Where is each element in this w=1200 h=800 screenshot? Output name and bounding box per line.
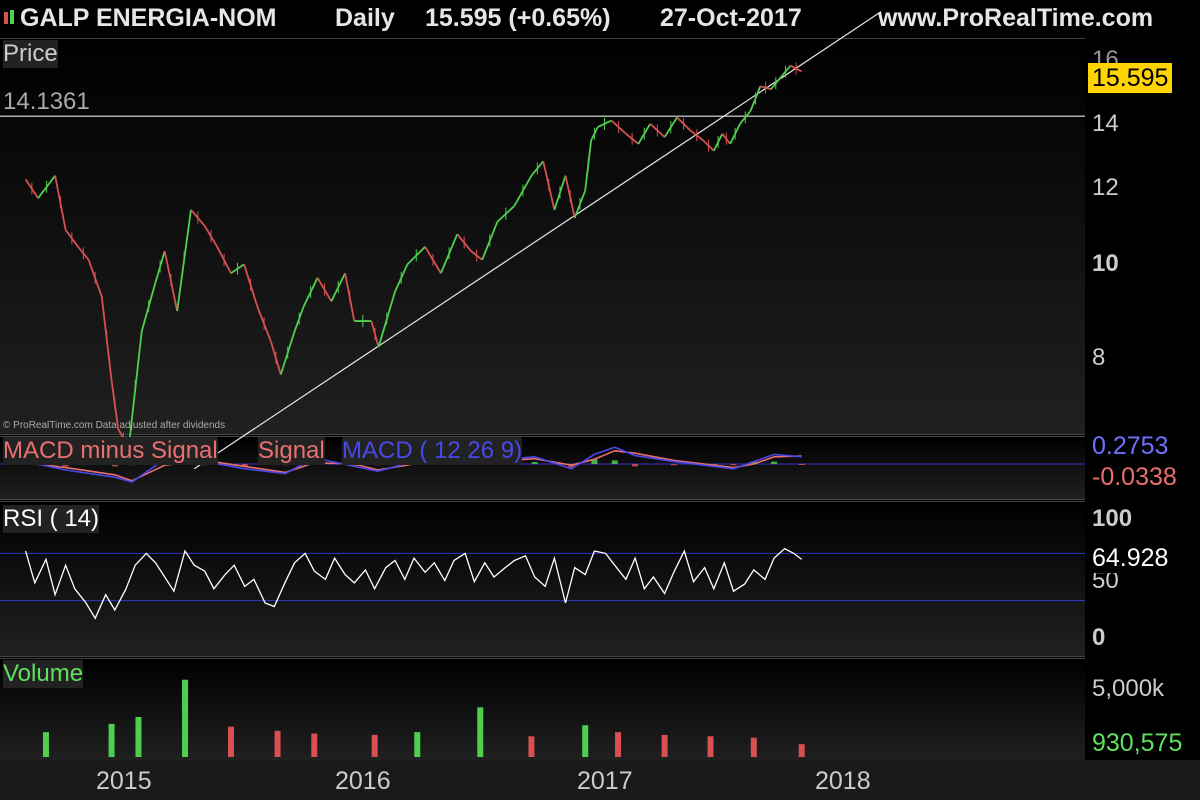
volume-bar — [182, 679, 189, 757]
rsi-line — [24, 547, 803, 620]
rsi-title: RSI ( 14) — [3, 505, 100, 533]
macd-last-value: 0.2753 — [1088, 436, 1173, 456]
footnote: © ProRealTime.com Data adjusted after di… — [3, 420, 226, 431]
rsi-tick-0: 0 — [1092, 624, 1106, 651]
last-price-box: 15.595 — [1088, 63, 1173, 93]
volume-title: Volume — [3, 660, 84, 688]
volume-bar — [615, 732, 622, 757]
x-tick-2018: 2018 — [815, 767, 871, 795]
macd-title-signal: Signal — [258, 437, 325, 465]
volume-bar — [582, 725, 589, 757]
macd-hist-bar — [611, 460, 618, 464]
signal-last-value: -0.0338 — [1088, 462, 1181, 492]
volume-bar — [414, 732, 421, 757]
volume-bar — [227, 726, 234, 757]
macd-hist-bar — [730, 464, 737, 466]
volume-bar — [135, 716, 142, 757]
x-tick-2017: 2017 — [577, 767, 633, 795]
x-tick-2016: 2016 — [335, 767, 391, 795]
macd-hist-bar — [632, 464, 639, 467]
macd-hist-bar — [531, 462, 538, 464]
volume-bar — [274, 730, 281, 757]
rsi-tick-100: 100 — [1092, 505, 1133, 532]
macd-hist-bar — [798, 464, 805, 465]
volume-bar — [798, 744, 805, 757]
volume-bar — [477, 707, 484, 757]
price-tick-12: 12 — [1092, 174, 1119, 201]
hline-label: 14.1361 — [3, 88, 90, 115]
volume-bar — [42, 732, 49, 757]
chart-canvas — [0, 11, 1085, 757]
volume-tick-5000k: 5,000k — [1092, 675, 1165, 702]
volume-bar — [371, 734, 378, 757]
macd-hist-bar — [670, 464, 677, 466]
rsi-last-value: 64.928 — [1088, 543, 1173, 573]
macd-title-hist: MACD minus Signal — [3, 437, 218, 465]
volume-last-value: 930,575 — [1088, 728, 1187, 758]
volume-bar — [311, 733, 318, 757]
macd-hist-bar — [771, 461, 778, 464]
volume-bar — [108, 723, 115, 757]
price-tick-10: 10 — [1092, 250, 1119, 277]
volume-bar — [707, 736, 714, 757]
price-title: Price — [3, 40, 58, 68]
price-tick-8: 8 — [1092, 344, 1106, 371]
price-tick-14: 14 — [1092, 110, 1119, 137]
volume-bar — [528, 736, 535, 757]
macd-title-macd: MACD ( 12 26 9) — [342, 437, 523, 465]
volume-bar — [750, 737, 757, 757]
x-tick-2015: 2015 — [96, 767, 152, 795]
volume-bar — [661, 734, 668, 757]
